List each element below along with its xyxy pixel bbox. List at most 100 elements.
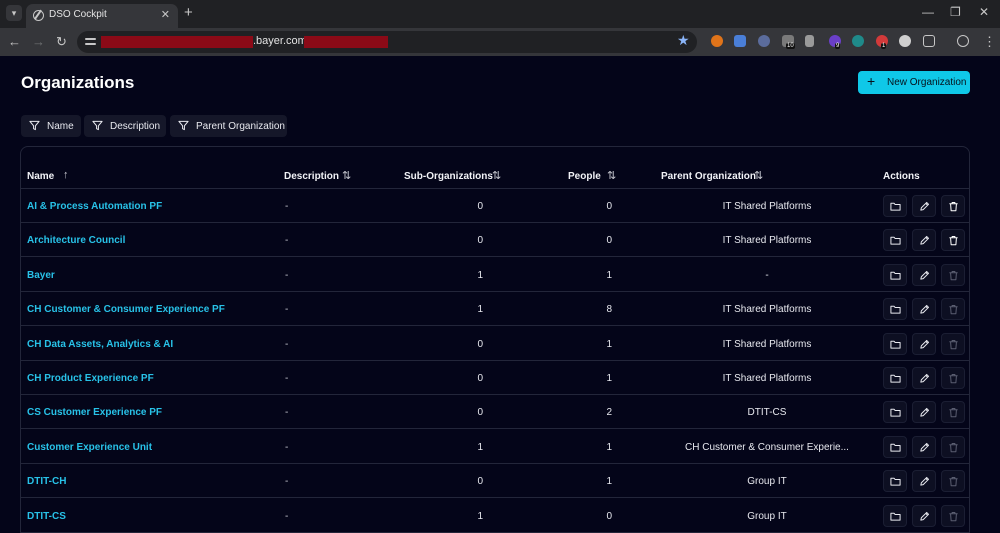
tab-close-icon[interactable]: ✕ — [161, 8, 170, 21]
parent-organization-cell: IT Shared Platforms — [722, 338, 812, 350]
people-cell: 2 — [606, 407, 612, 419]
column-header-parent-organization[interactable]: Parent Organization — [661, 171, 756, 182]
site-settings-icon[interactable] — [85, 37, 96, 47]
organization-name-link[interactable]: AI & Process Automation PF — [27, 201, 162, 212]
edit-organization-button[interactable] — [912, 367, 936, 389]
browser-tabbar: ▾ DSO Cockpit ✕ + — ❐ ✕ — [0, 0, 1000, 28]
sort-icon[interactable]: ⇅ — [492, 169, 501, 182]
extension-icon[interactable] — [805, 35, 814, 47]
edit-organization-button[interactable] — [912, 229, 936, 252]
description-cell: - — [285, 476, 289, 488]
parent-organization-cell: IT Shared Platforms — [722, 201, 812, 212]
maximize-button[interactable]: ❐ — [950, 5, 961, 19]
minimize-button[interactable]: — — [922, 5, 934, 19]
description-cell: - — [285, 269, 289, 281]
edit-organization-button[interactable] — [912, 504, 936, 527]
delete-organization-button[interactable] — [941, 470, 965, 493]
organization-name-link[interactable]: DTIT-CS — [27, 511, 66, 522]
view-sub-organizations-button[interactable] — [883, 470, 907, 493]
sort-icon[interactable]: ⇅ — [754, 169, 763, 182]
window-close-button[interactable]: ✕ — [979, 5, 989, 19]
organization-name-link[interactable]: CH Product Experience PF — [27, 373, 154, 384]
tab-list-button[interactable]: ▾ — [6, 5, 22, 21]
organization-name-link[interactable]: CH Data Assets, Analytics & AI — [27, 339, 173, 350]
edit-organization-button[interactable] — [912, 263, 936, 286]
organization-name-link[interactable]: Customer Experience Unit — [27, 442, 152, 453]
reload-button[interactable]: ↻ — [56, 34, 67, 50]
organizations-table: Name ↑ Description ⇅ Sub-Organizations ⇅… — [20, 146, 970, 533]
organization-name-link[interactable]: DTIT-CH — [27, 476, 66, 487]
url-redaction — [304, 36, 388, 48]
edit-organization-button[interactable] — [912, 435, 936, 458]
view-sub-organizations-button[interactable] — [883, 263, 907, 286]
profile-icon[interactable] — [957, 35, 969, 47]
extension-icon[interactable] — [899, 35, 911, 47]
new-organization-button[interactable]: + New Organization — [858, 71, 970, 94]
people-cell: 1 — [606, 269, 612, 281]
table-row: CH Customer & Consumer Experience PF - 1 8 I… — [21, 292, 969, 327]
description-cell: - — [285, 304, 289, 316]
extensions-puzzle-icon[interactable] — [923, 35, 935, 47]
bookmark-star-icon[interactable]: ★ — [677, 32, 690, 49]
people-cell: 1 — [606, 338, 612, 350]
sort-icon[interactable]: ⇅ — [607, 169, 616, 182]
people-cell: 1 — [606, 441, 612, 453]
edit-organization-button[interactable] — [912, 332, 936, 355]
sub-organizations-cell: 1 — [477, 441, 483, 453]
view-sub-organizations-button[interactable] — [883, 504, 907, 527]
delete-organization-button[interactable] — [941, 332, 965, 355]
delete-organization-button[interactable] — [941, 435, 965, 458]
view-sub-organizations-button[interactable] — [883, 195, 907, 217]
filter-description-button[interactable]: Description — [84, 115, 166, 137]
filter-parent-organization-button[interactable]: Parent Organization — [170, 115, 287, 137]
new-tab-button[interactable]: + — [184, 4, 193, 21]
edit-organization-button[interactable] — [912, 401, 936, 424]
delete-organization-button[interactable] — [941, 504, 965, 527]
view-sub-organizations-button[interactable] — [883, 435, 907, 458]
organization-name-link[interactable]: CS Customer Experience PF — [27, 407, 162, 418]
parent-organization-cell: Group IT — [747, 476, 787, 488]
sub-organizations-cell: 0 — [477, 201, 483, 212]
view-sub-organizations-button[interactable] — [883, 401, 907, 424]
filter-icon — [178, 120, 189, 131]
view-sub-organizations-button[interactable] — [883, 367, 907, 389]
column-header-sub-organizations[interactable]: Sub-Organizations — [404, 171, 493, 182]
delete-organization-button[interactable] — [941, 229, 965, 252]
extension-icon[interactable] — [852, 35, 864, 47]
parent-organization-cell: DTIT-CS — [747, 407, 787, 419]
translate-extension-icon[interactable] — [734, 35, 746, 47]
delete-organization-button[interactable] — [941, 298, 965, 321]
sort-icon[interactable]: ⇅ — [342, 169, 351, 182]
forward-button[interactable]: → — [32, 34, 45, 49]
edit-organization-button[interactable] — [912, 470, 936, 493]
organization-name-link[interactable]: Bayer — [27, 270, 55, 281]
extension-icon[interactable] — [758, 35, 770, 47]
edit-organization-button[interactable] — [912, 298, 936, 321]
browser-menu-icon[interactable]: ⋮ — [983, 34, 996, 50]
view-sub-organizations-button[interactable] — [883, 298, 907, 321]
delete-organization-button[interactable] — [941, 195, 965, 217]
table-row: CH Product Experience PF - 0 1 IT Shared Pla… — [21, 361, 969, 395]
column-header-description[interactable]: Description — [284, 171, 339, 182]
view-sub-organizations-button[interactable] — [883, 332, 907, 355]
column-header-name[interactable]: Name — [27, 171, 54, 182]
delete-organization-button[interactable] — [941, 263, 965, 286]
extension-icon[interactable] — [711, 35, 723, 47]
description-cell: - — [285, 510, 289, 522]
address-bar[interactable]: .bayer.com/ ★ — [77, 31, 697, 53]
filter-name-label: Name — [47, 121, 74, 132]
plus-icon: + — [867, 73, 876, 89]
delete-organization-button[interactable] — [941, 367, 965, 389]
browser-tab[interactable]: DSO Cockpit ✕ — [26, 4, 178, 28]
filter-name-button[interactable]: Name — [21, 115, 81, 137]
people-cell: 0 — [606, 201, 612, 212]
sub-organizations-cell: 1 — [477, 304, 483, 316]
organization-name-link[interactable]: Architecture Council — [27, 235, 125, 246]
sort-ascending-icon[interactable]: ↑ — [63, 169, 69, 181]
column-header-people[interactable]: People — [568, 171, 601, 182]
organization-name-link[interactable]: CH Customer & Consumer Experience PF — [27, 304, 225, 315]
edit-organization-button[interactable] — [912, 195, 936, 217]
delete-organization-button[interactable] — [941, 401, 965, 424]
back-button[interactable]: ← — [8, 34, 21, 49]
view-sub-organizations-button[interactable] — [883, 229, 907, 252]
